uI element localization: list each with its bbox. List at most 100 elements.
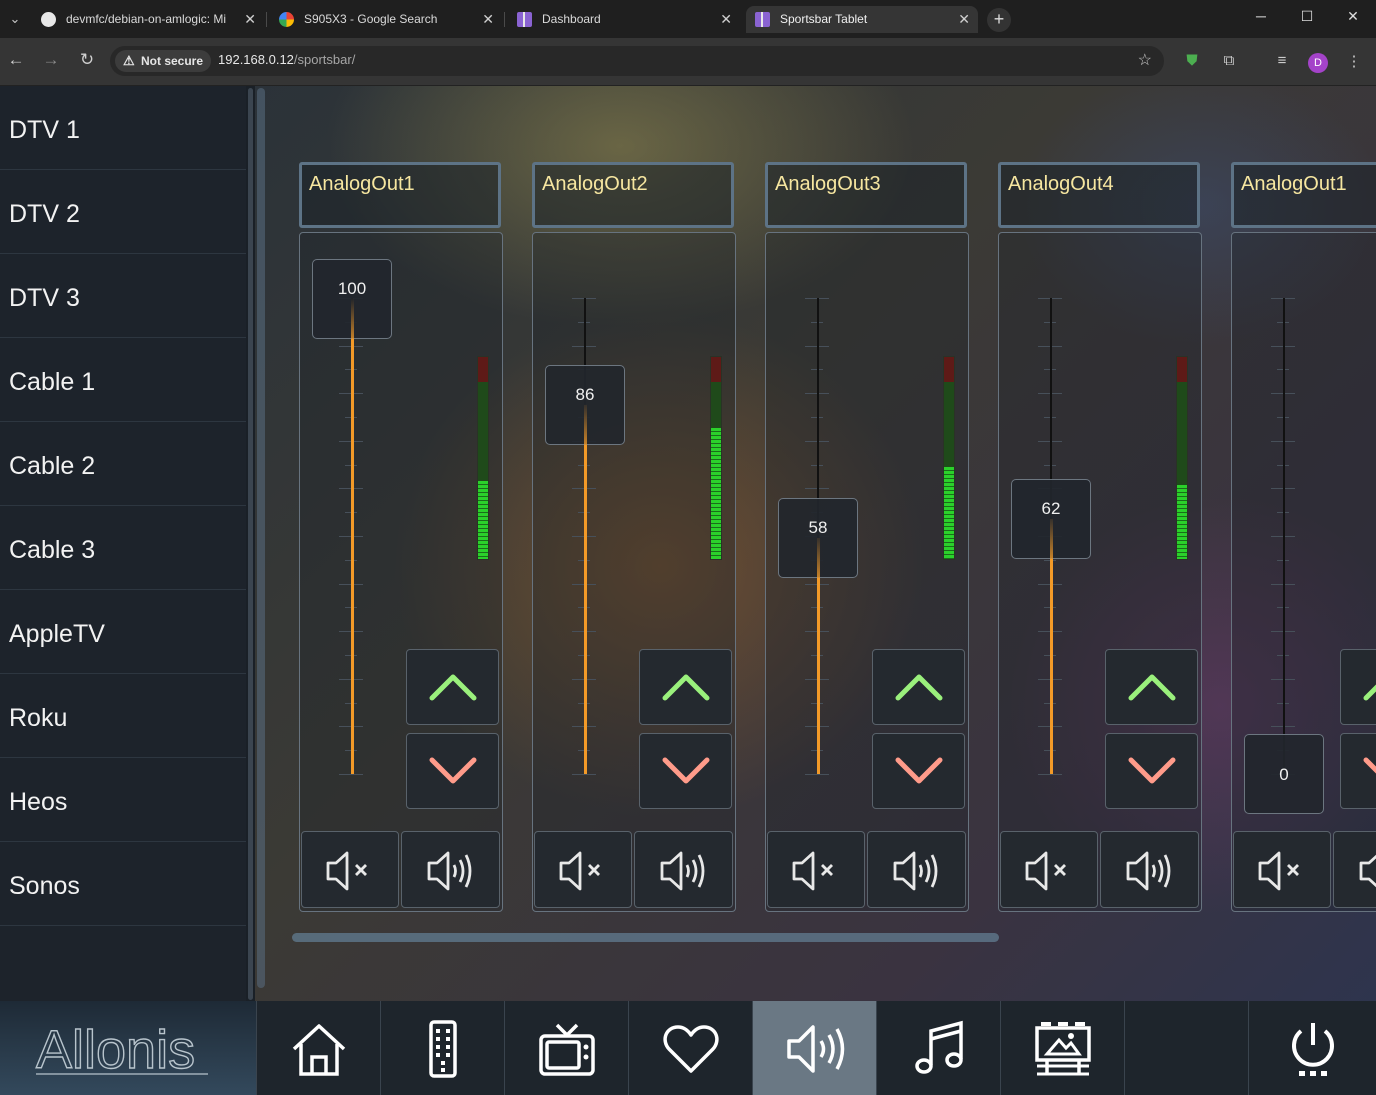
volume-value: 86 xyxy=(575,384,595,404)
unmute-button[interactable] xyxy=(867,831,966,908)
level-meter xyxy=(710,356,722,560)
security-label: Not secure xyxy=(141,54,204,68)
sidebar-item-heos[interactable]: Heos xyxy=(0,758,246,842)
browser-tab-dashboard[interactable]: Dashboard ✕ xyxy=(508,6,740,33)
volume-down-button[interactable] xyxy=(1105,733,1198,809)
unmute-button[interactable] xyxy=(634,831,733,908)
volume-up-button[interactable] xyxy=(872,649,965,725)
meter-unlit-zone xyxy=(711,382,721,428)
volume-down-button[interactable] xyxy=(639,733,732,809)
sidebar-item-label: Cable 2 xyxy=(9,452,96,480)
close-icon[interactable]: ✕ xyxy=(958,6,970,33)
shield-extension-icon[interactable]: ⛊ xyxy=(1181,52,1203,69)
volume-fader-handle[interactable]: 86 xyxy=(545,364,625,446)
sidebar-item-sonos[interactable]: Sonos xyxy=(0,842,246,926)
media-queue-icon[interactable]: ≡ xyxy=(1271,52,1293,69)
fader-handle-grip xyxy=(584,403,587,446)
mute-button[interactable] xyxy=(301,831,399,908)
sidebar-item-dtv1[interactable]: DTV 1 xyxy=(0,86,246,170)
volume-fader-handle[interactable]: 62 xyxy=(1011,478,1091,560)
meter-level-bar xyxy=(478,481,488,559)
extensions-puzzle-icon[interactable]: ⧉ xyxy=(1218,52,1240,69)
mute-button[interactable] xyxy=(1000,831,1098,908)
close-window-icon[interactable]: ✕ xyxy=(1338,8,1368,25)
security-chip[interactable]: ⚠ Not secure xyxy=(115,50,212,72)
sidebar-item-appletv[interactable]: AppleTV xyxy=(0,590,246,674)
unmute-button[interactable] xyxy=(1100,831,1199,908)
nav-remote-button[interactable] xyxy=(380,1001,504,1095)
volume-up-button[interactable] xyxy=(639,649,732,725)
channel-body xyxy=(998,232,1202,912)
github-icon xyxy=(41,12,56,27)
maximize-icon[interactable]: ☐ xyxy=(1292,8,1322,25)
browser-tab-google[interactable]: S905X3 - Google Search ✕ xyxy=(270,6,502,33)
mixer-channel-strip: AnalogOut1 0 xyxy=(1231,86,1376,1001)
speaker-icon xyxy=(427,851,472,891)
volume-down-button[interactable] xyxy=(406,733,499,809)
nav-audio-button[interactable] xyxy=(752,1001,876,1095)
speaker-icon xyxy=(1359,854,1376,888)
browser-tab-sportsbar[interactable]: Sportsbar Tablet ✕ xyxy=(746,6,978,33)
more-menu-icon[interactable]: ⋮ xyxy=(1343,52,1365,70)
close-icon[interactable]: ✕ xyxy=(244,6,256,33)
logo-text: Allonis xyxy=(36,1023,195,1079)
nav-tv-button[interactable] xyxy=(504,1001,628,1095)
sidebar-item-label: DTV 3 xyxy=(9,284,80,312)
dashboard-icon xyxy=(517,12,532,27)
meter-level-bar xyxy=(711,428,721,559)
volume-down-button[interactable] xyxy=(1340,733,1376,809)
sidebar-item-cable2[interactable]: Cable 2 xyxy=(0,422,246,506)
back-icon[interactable]: ← xyxy=(4,50,28,70)
url-text[interactable]: 192.168.0.12/sportsbar/ xyxy=(218,52,355,67)
minimize-icon[interactable]: ─ xyxy=(1246,8,1276,24)
new-tab-button[interactable]: + xyxy=(987,8,1011,32)
fader-handle-grip xyxy=(1050,517,1053,560)
nav-favorites-button[interactable] xyxy=(628,1001,752,1095)
close-icon[interactable]: ✕ xyxy=(720,6,732,33)
chevron-up-icon xyxy=(895,674,943,701)
volume-down-button[interactable] xyxy=(872,733,965,809)
volume-up-button[interactable] xyxy=(1340,649,1376,725)
unmute-button[interactable] xyxy=(1333,831,1376,908)
volume-fader-handle[interactable]: 58 xyxy=(778,497,858,579)
nav-signage-button[interactable] xyxy=(1000,1001,1124,1095)
chevron-down-icon xyxy=(895,757,943,784)
meter-unlit-zone xyxy=(1177,382,1187,485)
sidebar-item-dtv2[interactable]: DTV 2 xyxy=(0,170,246,254)
url-host: 192.168.0.12 xyxy=(218,52,294,67)
unmute-button[interactable] xyxy=(401,831,500,908)
nav-power-button[interactable] xyxy=(1248,1001,1376,1095)
volume-up-button[interactable] xyxy=(406,649,499,725)
bookmark-star-icon[interactable]: ☆ xyxy=(1138,50,1152,70)
mute-button[interactable] xyxy=(1233,831,1331,908)
nav-music-button[interactable] xyxy=(876,1001,1000,1095)
reload-icon[interactable]: ↻ xyxy=(75,50,99,70)
audio-mixer: AnalogOut1 100 AnalogOut2 86 AnalogOut3 58 Ana… xyxy=(267,86,1376,1001)
sidebar-item-cable1[interactable]: Cable 1 xyxy=(0,338,246,422)
close-icon[interactable]: ✕ xyxy=(482,6,494,33)
nav-home-button[interactable] xyxy=(256,1001,380,1095)
omnibox[interactable]: ⚠ Not secure 192.168.0.12/sportsbar/ ☆ xyxy=(110,46,1164,76)
tab-search-icon[interactable]: ⌄ xyxy=(4,7,26,31)
sidebar-item-roku[interactable]: Roku xyxy=(0,674,246,758)
sidebar-item-cable3[interactable]: Cable 3 xyxy=(0,506,246,590)
channel-name: AnalogOut2 xyxy=(532,162,734,228)
fader-tick xyxy=(805,774,829,775)
profile-avatar[interactable]: D xyxy=(1308,53,1328,73)
sidebar-item-label: Roku xyxy=(9,704,68,732)
sidebar-item-label: Cable 1 xyxy=(9,368,96,396)
sidebar-scrollbar[interactable] xyxy=(248,88,253,1000)
address-bar-row: ← → ↻ ⚠ Not secure 192.168.0.12/sportsba… xyxy=(0,38,1376,86)
volume-value-box[interactable]: 0 xyxy=(1244,734,1324,814)
content-scrollbar[interactable] xyxy=(257,88,265,988)
bottom-nav xyxy=(256,1001,1376,1095)
forward-icon[interactable]: → xyxy=(39,50,63,70)
mute-icon xyxy=(559,851,600,891)
volume-fader-handle[interactable]: 100 xyxy=(312,259,392,340)
sidebar-item-dtv3[interactable]: DTV 3 xyxy=(0,254,246,338)
mute-button[interactable] xyxy=(767,831,865,908)
volume-up-button[interactable] xyxy=(1105,649,1198,725)
mute-button[interactable] xyxy=(534,831,632,908)
browser-tab-github[interactable]: devmfc/debian-on-amlogic: Mi ✕ xyxy=(32,6,264,33)
fader-level-fill xyxy=(350,338,354,774)
